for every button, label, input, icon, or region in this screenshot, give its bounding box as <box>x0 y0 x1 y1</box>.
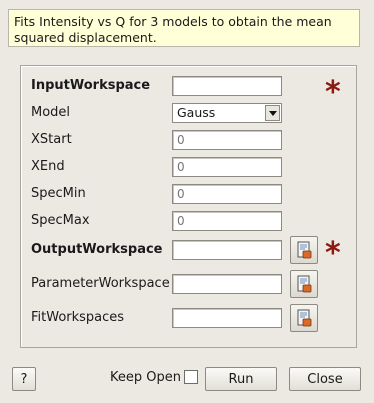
input-workspace-label: InputWorkspace <box>31 78 151 93</box>
keep-open-checkbox[interactable] <box>184 370 198 384</box>
xend-label: XEnd <box>31 159 65 174</box>
fit-workspaces-label: FitWorkspaces <box>31 310 125 325</box>
close-button[interactable]: Close <box>289 367 361 391</box>
run-button[interactable]: Run <box>205 367 277 391</box>
input-workspace-mandatory-icon: * <box>325 75 341 110</box>
fit-workspaces-field[interactable] <box>172 308 282 328</box>
chevron-down-icon[interactable] <box>265 105 280 121</box>
model-select[interactable]: Gauss <box>172 103 282 123</box>
algorithm-description: Fits Intensity vs Q for 3 models to obta… <box>8 9 360 47</box>
xstart-field[interactable] <box>172 130 282 150</box>
specmax-field[interactable] <box>172 211 282 231</box>
keep-open-label: Keep Open <box>110 370 181 385</box>
specmax-label: SpecMax <box>31 213 90 228</box>
workspace-browse-icon <box>297 241 312 259</box>
output-workspace-browse-button[interactable] <box>290 236 318 264</box>
input-workspace-field[interactable] <box>172 76 282 96</box>
specmin-field[interactable] <box>172 184 282 204</box>
parameter-workspace-label: ParameterWorkspace <box>31 276 170 291</box>
output-workspace-field[interactable] <box>172 240 282 260</box>
specmin-label: SpecMin <box>31 186 86 201</box>
fit-workspaces-browse-button[interactable] <box>290 304 318 332</box>
xend-field[interactable] <box>172 157 282 177</box>
workspace-browse-icon <box>297 309 312 327</box>
help-button[interactable]: ? <box>12 367 36 391</box>
model-select-value: Gauss <box>177 105 216 120</box>
parameter-workspace-browse-button[interactable] <box>290 270 318 298</box>
workspace-browse-icon <box>297 275 312 293</box>
output-workspace-label: OutputWorkspace <box>31 242 163 257</box>
output-workspace-mandatory-icon: * <box>325 236 341 271</box>
model-label: Model <box>31 105 71 120</box>
parameter-workspace-field[interactable] <box>172 274 282 294</box>
xstart-label: XStart <box>31 132 72 147</box>
